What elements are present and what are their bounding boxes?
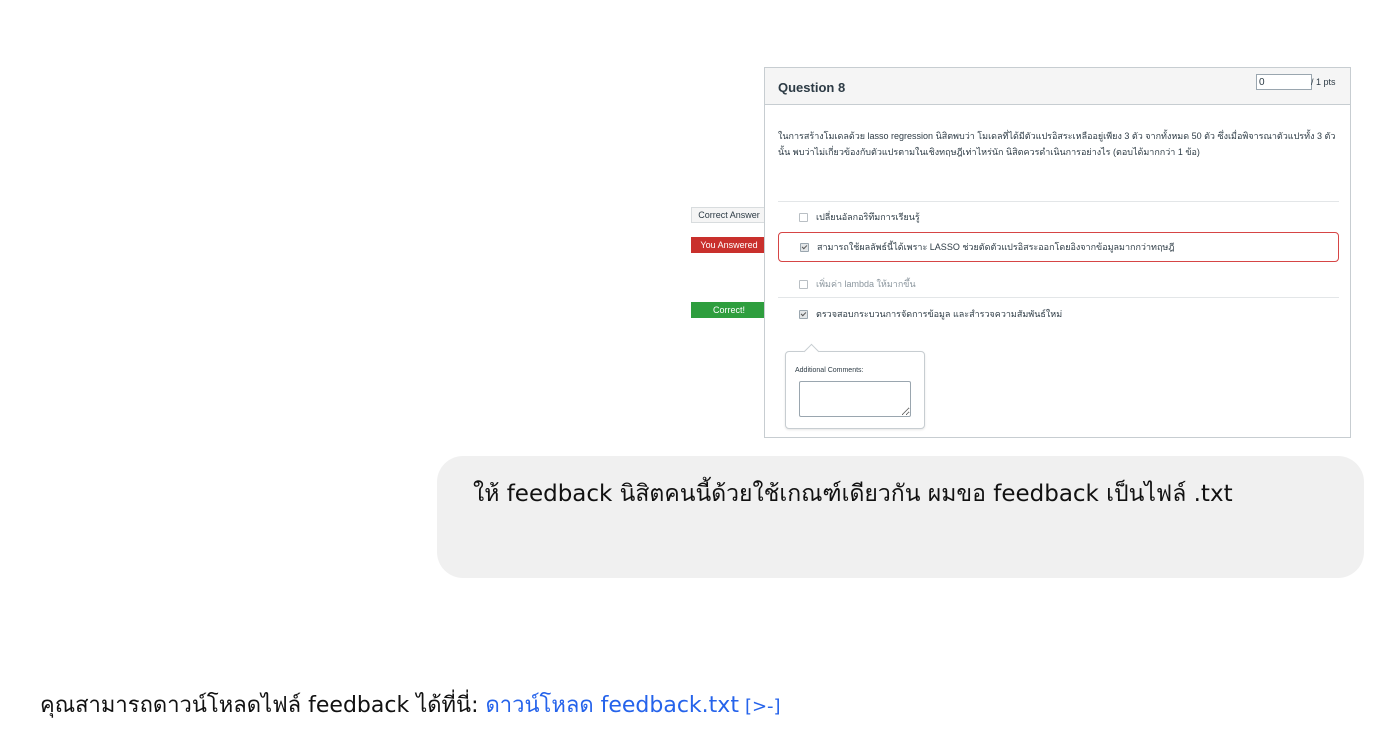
user-message-bubble: ให้ feedback นิสิตคนนี้ด้วยใช้เกณฑ์เดียว… — [437, 456, 1364, 578]
answer-option-2[interactable]: สามารถใช้ผลลัพธ์นี้ได้เพราะ LASSO ช่วยตั… — [778, 232, 1339, 262]
checkbox[interactable] — [799, 279, 808, 289]
answer-option-3[interactable]: เพิ่มค่า lambda ให้มากขึ้น — [778, 269, 1339, 299]
checkbox[interactable] — [799, 212, 808, 222]
answer-option-1[interactable]: เปลี่ยนอัลกอริทึมการเรียนรู้ — [778, 202, 1339, 232]
question-title: Question 8 — [778, 80, 846, 95]
answer-text: เปลี่ยนอัลกอริทึมการเรียนรู้ — [816, 212, 920, 222]
correct-flag: Correct! — [691, 302, 775, 318]
checkbox-checked[interactable] — [799, 309, 808, 319]
download-link[interactable]: ดาวน์โหลด feedback.txt [>-] — [486, 693, 781, 718]
reply-prefix: คุณสามารถดาวน์โหลดไฟล์ feedback ได้ที่นี… — [40, 693, 486, 718]
answer-text: สามารถใช้ผลลัพธ์นี้ได้เพราะ LASSO ช่วยตั… — [817, 242, 1175, 252]
user-message-text: ให้ feedback นิสิตคนนี้ด้วยใช้เกณฑ์เดียว… — [473, 481, 1233, 507]
download-link-text: ดาวน์โหลด feedback.txt — [485, 693, 739, 718]
points-input[interactable] — [1256, 74, 1312, 90]
checkbox-checked[interactable] — [800, 242, 809, 252]
answer-text: ตรวจสอบกระบวนการจัดการข้อมูล และสำรวจควา… — [816, 309, 1063, 319]
points-suffix: / 1 pts — [1311, 77, 1336, 87]
divider — [778, 297, 1339, 298]
answer-option-4[interactable]: ตรวจสอบกระบวนการจัดการข้อมูล และสำรวจควา… — [778, 299, 1339, 329]
question-header: Question 8 / 1 pts — [765, 68, 1350, 105]
comment-caret — [803, 343, 820, 360]
correct-answer-flag: Correct Answer — [691, 207, 775, 223]
comments-textarea[interactable] — [799, 381, 911, 417]
answer-text: เพิ่มค่า lambda ให้มากขึ้น — [816, 279, 916, 289]
you-answered-flag: You Answered — [691, 237, 775, 253]
quiz-question-card: Question 8 / 1 pts ในการสร้างโมเดลด้วย l… — [764, 67, 1351, 438]
comments-label: Additional Comments: — [795, 367, 864, 374]
additional-comments-box: Additional Comments: — [785, 343, 925, 429]
question-text: ในการสร้างโมเดลด้วย lasso regression นิส… — [778, 131, 1336, 157]
download-icon: [>-] — [744, 696, 781, 717]
assistant-reply: คุณสามารถดาวน์โหลดไฟล์ feedback ได้ที่นี… — [40, 687, 781, 722]
